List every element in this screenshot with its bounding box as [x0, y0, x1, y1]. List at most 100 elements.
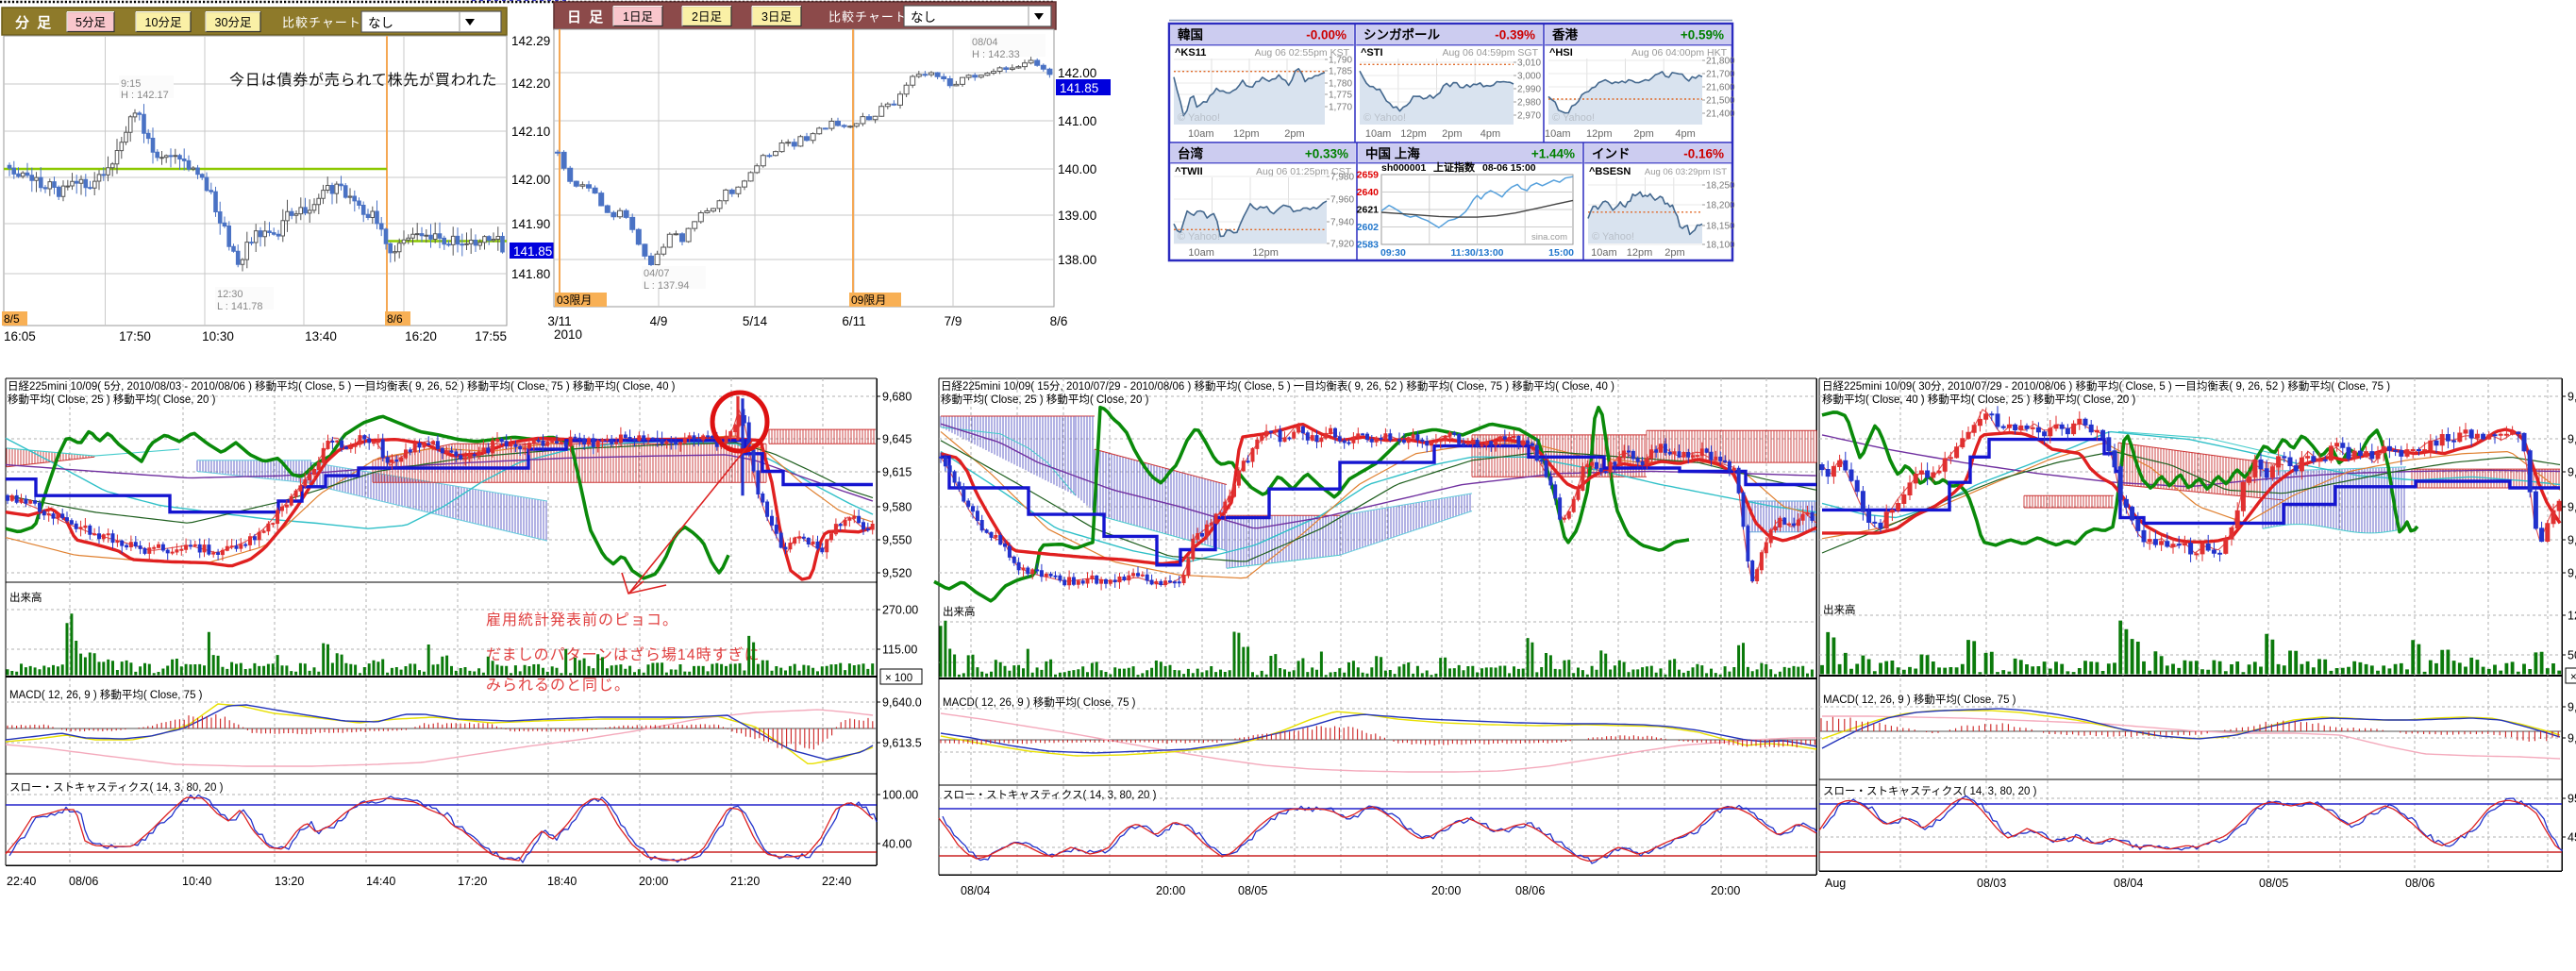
svg-text:9,680: 9,680	[882, 391, 912, 404]
svg-text:142.10: 142.10	[511, 125, 550, 139]
svg-text:移動平均( Close, 40 ) 移動平均( C: 移動平均( Close, 40 ) 移動平均( Close, 25 ) 移動平均…	[1822, 393, 2135, 406]
svg-text:© Yahoo!: © Yahoo!	[1363, 112, 1406, 124]
svg-text:3,010: 3,010	[1517, 59, 1541, 69]
svg-text:1日足: 1日足	[623, 10, 653, 24]
svg-text:21,700: 21,700	[1706, 70, 1735, 80]
svg-text:8/5: 8/5	[4, 312, 20, 326]
svg-text:4pm: 4pm	[1480, 128, 1500, 140]
svg-text:21,600: 21,600	[1706, 83, 1735, 93]
svg-text:5/14: 5/14	[743, 314, 768, 328]
svg-text:2pm: 2pm	[1664, 247, 1684, 259]
svg-text:141.90: 141.90	[511, 217, 550, 231]
svg-text:18,200: 18,200	[1706, 201, 1735, 211]
svg-text:なし: なし	[911, 10, 936, 25]
svg-text:08/04: 08/04	[2114, 877, 2143, 890]
svg-text:^HSI: ^HSI	[1549, 47, 1573, 59]
svg-text:08/06: 08/06	[1515, 884, 1545, 897]
svg-text:シンガポール: シンガポール	[1363, 27, 1440, 42]
svg-text:Aug 06 03:29pm IST: Aug 06 03:29pm IST	[1645, 167, 1727, 177]
svg-text:9,680: 9,680	[2568, 391, 2576, 404]
svg-text:12:30: 12:30	[217, 289, 243, 300]
svg-text:× 100: × 100	[2570, 672, 2576, 683]
svg-text:22:40: 22:40	[822, 875, 851, 888]
svg-text:04/07: 04/07	[644, 268, 670, 279]
svg-text:7,940: 7,940	[1330, 218, 1354, 228]
svg-text:10:30: 10:30	[202, 329, 234, 343]
svg-text:2659: 2659	[1357, 170, 1380, 181]
svg-text:9,615: 9,615	[882, 466, 912, 479]
svg-text:MACD( 12, 26, 9 ) 移動平均( C: MACD( 12, 26, 9 ) 移動平均( Close, 75 )	[1823, 693, 2016, 706]
svg-text:13:40: 13:40	[305, 329, 337, 343]
svg-text:270.00: 270.00	[882, 604, 918, 617]
svg-text:9,550: 9,550	[882, 534, 912, 547]
svg-text:9,645: 9,645	[882, 433, 912, 446]
svg-text:10分足: 10分足	[145, 16, 182, 29]
svg-text:141.00: 141.00	[1058, 114, 1096, 128]
svg-text:40.00: 40.00	[882, 838, 912, 851]
svg-text:141.85: 141.85	[1060, 81, 1098, 95]
svg-text:日 足: 日 足	[567, 9, 605, 25]
svg-text:9,613.5: 9,613.5	[2568, 732, 2576, 745]
svg-text:10am: 10am	[1591, 247, 1617, 259]
svg-text:142.00: 142.00	[1058, 66, 1096, 80]
svg-text:L : 141.78: L : 141.78	[217, 301, 263, 312]
svg-text:12pm: 12pm	[1627, 247, 1653, 259]
svg-text:8/6: 8/6	[1050, 314, 1068, 328]
svg-text:今日は債券が売られて株先が買われた: 今日は債券が売られて株先が買われた	[229, 72, 497, 89]
svg-text:142.29: 142.29	[511, 34, 550, 48]
svg-text:2pm: 2pm	[1442, 128, 1462, 140]
svg-text:上证指数: 上证指数	[1433, 160, 1476, 174]
svg-text:21,800: 21,800	[1706, 57, 1735, 67]
svg-text:20:00: 20:00	[1156, 884, 1185, 897]
svg-text:+0.59%: +0.59%	[1681, 28, 1724, 42]
svg-text:7,960: 7,960	[1330, 195, 1354, 206]
svg-text:20:00: 20:00	[639, 875, 668, 888]
svg-text:09限月: 09限月	[851, 293, 886, 307]
svg-text:H : 142.33: H : 142.33	[972, 49, 1020, 60]
svg-text:141.85: 141.85	[513, 244, 552, 259]
svg-text:10am: 10am	[1545, 128, 1571, 140]
svg-text:H : 142.17: H : 142.17	[121, 90, 169, 101]
svg-text:sina.com: sina.com	[1531, 232, 1567, 243]
svg-text:+1.44%: +1.44%	[1531, 147, 1575, 161]
svg-text:9,580: 9,580	[882, 501, 912, 514]
svg-text:5分足: 5分足	[75, 16, 106, 29]
svg-text:12pm: 12pm	[1252, 247, 1279, 259]
svg-text:2,990: 2,990	[1517, 85, 1541, 95]
svg-text:韓国: 韓国	[1178, 27, 1203, 42]
svg-text:^KS11: ^KS11	[1175, 47, 1206, 59]
svg-text:08/06: 08/06	[2405, 877, 2434, 890]
svg-text:18,250: 18,250	[1706, 181, 1735, 192]
svg-text:日経225mini 10/09( 30分, 2010/07/: 日経225mini 10/09( 30分, 2010/07/29 - 2010/…	[1822, 379, 2390, 393]
svg-text:03限月: 03限月	[557, 293, 592, 307]
svg-text:9,550: 9,550	[2568, 534, 2576, 547]
svg-text:12pm: 12pm	[1400, 128, 1427, 140]
svg-text:MACD( 12, 26, 9 ) 移動平均( C: MACD( 12, 26, 9 ) 移動平均( Close, 75 )	[943, 695, 1136, 709]
svg-text:17:55: 17:55	[475, 329, 507, 343]
svg-text:30分足: 30分足	[215, 16, 252, 29]
svg-text:1,775: 1,775	[1329, 91, 1352, 101]
svg-text:© Yahoo!: © Yahoo!	[1592, 231, 1634, 243]
svg-text:08/03: 08/03	[1977, 877, 2006, 890]
svg-text:^BSESN: ^BSESN	[1589, 166, 1631, 177]
svg-text:4pm: 4pm	[1675, 128, 1695, 140]
svg-text:16:05: 16:05	[4, 329, 36, 343]
svg-text:スロー・ストキャスティクス( 14, 3, 80, 20 ): スロー・ストキャスティクス( 14, 3, 80, 20 )	[1823, 785, 2037, 797]
svg-text:10am: 10am	[1188, 247, 1214, 259]
svg-text:1,790: 1,790	[1329, 56, 1352, 66]
svg-text:みられるのと同じ。: みられるのと同じ。	[486, 678, 630, 694]
svg-text:雇用統計発表前のピョコ。: 雇用統計発表前のピョコ。	[486, 611, 678, 628]
svg-text:3日足: 3日足	[761, 10, 792, 24]
svg-text:sh000001: sh000001	[1381, 162, 1426, 174]
svg-text:3/11: 3/11	[547, 314, 571, 328]
svg-text:7,920: 7,920	[1330, 240, 1354, 250]
svg-text:2010: 2010	[554, 327, 582, 342]
svg-text:45.00: 45.00	[2568, 831, 2576, 845]
svg-text:比較チャート: 比較チャート	[282, 16, 361, 30]
svg-text:18:40: 18:40	[547, 875, 577, 888]
svg-text:× 100: × 100	[885, 673, 912, 684]
svg-text:2pm: 2pm	[1633, 128, 1653, 140]
svg-text:9,580: 9,580	[2568, 501, 2576, 514]
svg-text:95.00: 95.00	[2568, 793, 2576, 806]
svg-text:10am: 10am	[1188, 128, 1214, 140]
